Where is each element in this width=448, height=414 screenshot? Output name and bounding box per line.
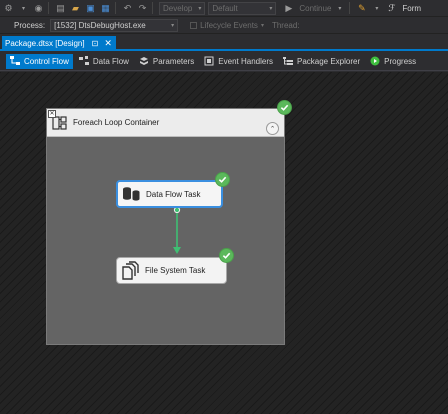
tab-package-explorer[interactable]: Package Explorer (279, 54, 364, 69)
data-flow-task-label: Data Flow Task (146, 189, 201, 199)
toolbar-separator (152, 2, 153, 14)
solution-platform-value: Default (212, 3, 238, 13)
foreach-loop-container[interactable]: Foreach Loop Container ⌃ ✕ (46, 108, 285, 345)
new-project-icon[interactable]: ▤ (54, 1, 67, 16)
lifecycle-events-button[interactable]: Lifecycle Events ▾ (190, 21, 264, 30)
control-flow-icon (10, 56, 20, 66)
event-handlers-icon (204, 56, 214, 66)
tab-data-flow[interactable]: Data Flow (75, 54, 133, 69)
process-label: Process: (14, 20, 46, 30)
open-folder-icon[interactable]: ▰ (69, 1, 82, 16)
continue-button[interactable]: Continue (299, 4, 331, 13)
solution-configuration-value: Develop (163, 3, 193, 13)
thread-label: Thread: (271, 20, 300, 30)
debug-location-toolbar: Process: [1532] DtsDebugHost.exe ▾ Lifec… (0, 17, 448, 34)
tab-parameters[interactable]: Parameters (135, 54, 198, 69)
file-system-task[interactable]: File System Task (116, 257, 227, 284)
tab-event-handlers-label: Event Handlers (218, 56, 273, 66)
attach-icon[interactable]: ✎ (355, 1, 368, 16)
precedence-constraint-arrow[interactable] (167, 206, 187, 256)
close-icon[interactable]: ✕ (104, 38, 112, 49)
data-flow-task-icon (121, 184, 141, 204)
file-system-task-label: File System Task (145, 266, 206, 275)
chevron-down-icon[interactable]: ▾ (370, 1, 383, 16)
tab-progress-label: Progress (384, 56, 417, 66)
file-system-task-success-check-icon (219, 248, 234, 263)
chevron-down-icon: ▾ (171, 22, 175, 29)
designer-tab-bar: Control Flow Data Flow Parameters Event … (0, 52, 448, 71)
save-icon[interactable]: ▣ (84, 1, 97, 16)
tab-package-explorer-label: Package Explorer (296, 56, 361, 66)
tab-parameters-label: Parameters (152, 56, 195, 66)
chevron-down-icon: ▾ (269, 5, 273, 12)
chevron-down-icon[interactable]: ▾ (333, 1, 346, 16)
chevron-down-icon: ▾ (198, 5, 202, 12)
process-select[interactable]: [1532] DtsDebugHost.exe ▾ (50, 18, 179, 32)
data-flow-task-success-check-icon (215, 172, 230, 187)
tab-control-flow-label: Control Flow (24, 56, 69, 66)
solution-configuration-select[interactable]: Develop ▾ (159, 1, 206, 15)
document-tab-well: Package.dtsx [Design] ⊡ ✕ (0, 35, 448, 51)
pin-icon[interactable]: ⊡ (92, 39, 99, 48)
document-tab-title: Package.dtsx [Design] (5, 39, 85, 48)
format-button[interactable]: Form (402, 4, 421, 13)
collapse-chevron-icon[interactable]: ⌃ (266, 122, 279, 135)
chevron-down-icon: ▾ (260, 22, 264, 29)
progress-icon (370, 56, 380, 66)
chevron-down-icon[interactable]: ▾ (17, 1, 30, 16)
container-title: Foreach Loop Container (73, 118, 160, 127)
tab-package-dtsx-design[interactable]: Package.dtsx [Design] ⊡ ✕ (2, 36, 116, 51)
data-flow-icon (78, 56, 89, 66)
tab-control-flow[interactable]: Control Flow (6, 53, 73, 69)
continue-play-icon[interactable]: ▶ (282, 1, 295, 16)
settings-gear-icon[interactable]: ⚙ (2, 1, 15, 16)
standard-toolbar: ⚙ ▾ ◉ ▤ ▰ ▣ ▦ ↶ ↷ Develop ▾ Default ▾ ▶ Co… (0, 0, 448, 17)
container-success-check-icon (277, 100, 292, 115)
tab-event-handlers[interactable]: Event Handlers (200, 54, 277, 69)
toolbar-separator (349, 2, 351, 14)
save-all-icon[interactable]: ▦ (99, 1, 112, 16)
toolbar-separator (48, 2, 49, 14)
tab-progress[interactable]: Progress (366, 54, 420, 69)
process-value: [1532] DtsDebugHost.exe (54, 20, 146, 30)
redo-icon[interactable]: ↷ (136, 1, 149, 16)
toolbar-separator (115, 2, 116, 14)
file-system-task-icon (120, 260, 140, 281)
lifecycle-events-label: Lifecycle Events (200, 20, 258, 30)
lifecycle-events-icon (190, 21, 198, 29)
solution-platform-select[interactable]: Default ▾ (208, 1, 277, 15)
forward-icon[interactable]: ◉ (32, 1, 45, 16)
package-explorer-icon (282, 56, 293, 66)
undo-icon[interactable]: ↶ (121, 1, 134, 16)
container-corner-marker: ✕ (48, 110, 56, 118)
parameters-icon (139, 56, 149, 66)
tab-data-flow-label: Data Flow (92, 56, 129, 66)
format-icon[interactable]: ℱ (385, 1, 398, 16)
data-flow-task[interactable]: Data Flow Task (116, 180, 223, 208)
control-flow-design-surface[interactable]: Foreach Loop Container ⌃ ✕ Data Flow Tas… (0, 72, 448, 414)
container-header[interactable]: Foreach Loop Container ⌃ (47, 109, 284, 137)
